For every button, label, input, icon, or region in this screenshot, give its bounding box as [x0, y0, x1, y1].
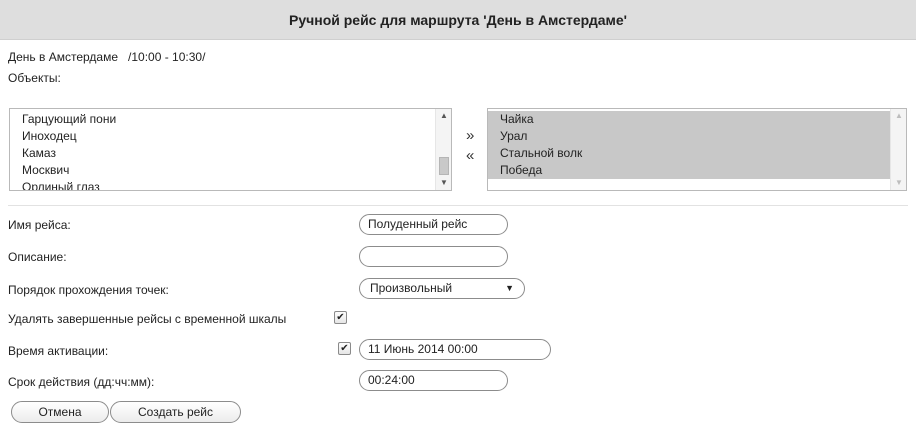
list-item[interactable]: Стальной волк [488, 145, 890, 162]
route-name: День в Амстердаме [8, 50, 119, 64]
selected-objects-items: Чайка Урал Стальной волк Победа [488, 109, 890, 190]
chevron-down-icon: ▼ [505, 283, 514, 293]
trip-name-label: Имя рейса: [8, 218, 71, 232]
trip-name-input[interactable]: Полуденный рейс [359, 214, 508, 235]
scroll-down-icon[interactable]: ▼ [891, 176, 906, 190]
order-select[interactable]: Произвольный ▼ [359, 278, 525, 299]
description-label: Описание: [8, 250, 67, 264]
list-item[interactable]: Чайка [488, 111, 890, 128]
activation-time-input[interactable]: 11 Июнь 2014 00:00 [359, 339, 551, 360]
divider [8, 205, 908, 206]
delete-finished-label: Удалять завершенные рейсы с временной шк… [8, 312, 287, 326]
dialog-title: Ручной рейс для маршрута 'День в Амстерд… [0, 0, 916, 40]
duration-input[interactable]: 00:24:00 [359, 370, 508, 391]
checkmark-icon: ✔ [336, 312, 345, 323]
order-selected-value: Произвольный [370, 281, 453, 295]
create-trip-button[interactable]: Создать рейс [110, 401, 241, 423]
available-objects-scrollbar[interactable]: ▲ ▼ [435, 109, 451, 190]
dialog-title-text: Ручной рейс для маршрута 'День в Амстерд… [288, 11, 628, 28]
scroll-up-icon[interactable]: ▲ [891, 109, 906, 123]
available-objects-items: Гарцующий пони Иноходец Камаз Москвич Орлины… [10, 109, 435, 190]
list-item[interactable]: Победа [488, 162, 890, 179]
list-item[interactable]: Урал [488, 128, 890, 145]
delete-finished-checkbox[interactable]: ✔ [334, 311, 347, 324]
activation-checkbox[interactable]: ✔ [338, 342, 351, 355]
move-left-button[interactable]: « [466, 148, 474, 163]
scroll-down-icon[interactable]: ▼ [436, 176, 451, 190]
route-info: День в Амстердаме /10:00 - 10:30/ [8, 50, 205, 64]
list-item[interactable]: Камаз [10, 145, 435, 162]
checkmark-icon: ✔ [340, 343, 349, 354]
objects-label: Объекты: [8, 71, 61, 85]
list-item[interactable]: Гарцующий пони [10, 111, 435, 128]
selected-objects-scrollbar[interactable]: ▲ ▼ [890, 109, 906, 190]
route-time: /10:00 - 10:30/ [128, 50, 206, 64]
activation-label: Время активации: [8, 344, 109, 358]
cancel-button[interactable]: Отмена [11, 401, 109, 423]
scroll-up-icon[interactable]: ▲ [436, 109, 451, 123]
duration-label: Срок действия (дд:чч:мм): [8, 375, 155, 389]
move-right-button[interactable]: » [466, 128, 474, 143]
description-input[interactable] [359, 246, 508, 267]
scroll-thumb[interactable] [439, 157, 449, 175]
list-item[interactable]: Москвич [10, 162, 435, 179]
list-item[interactable]: Иноходец [10, 128, 435, 145]
selected-objects-list[interactable]: Чайка Урал Стальной волк Победа ▲ ▼ [487, 108, 907, 191]
order-label: Порядок прохождения точек: [8, 283, 169, 297]
list-item[interactable]: Орлиный глаз [10, 179, 435, 190]
available-objects-list[interactable]: Гарцующий пони Иноходец Камаз Москвич Орлины… [9, 108, 452, 191]
